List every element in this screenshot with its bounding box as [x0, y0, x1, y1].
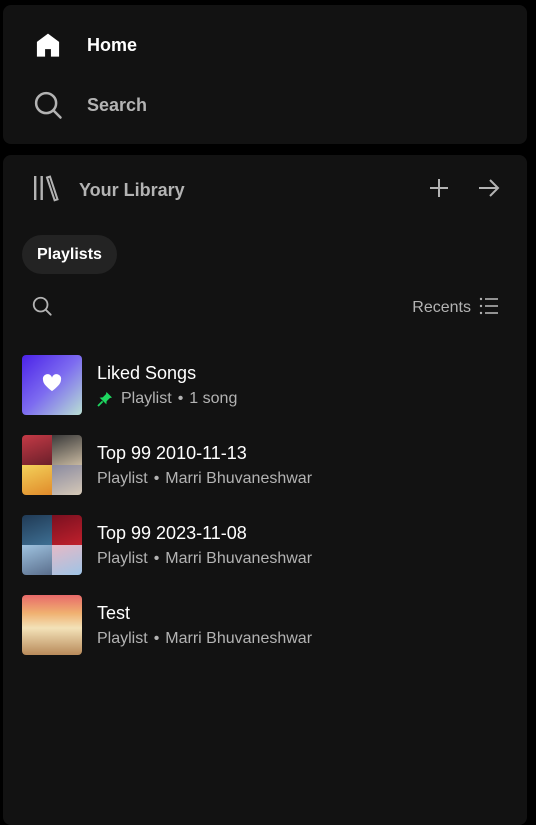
pin-icon [97, 391, 113, 407]
list-item[interactable]: Test Playlist • Marri Bhuvaneshwar [22, 585, 517, 665]
sort-button[interactable]: Recents [412, 297, 499, 320]
playlist-cover [22, 515, 82, 575]
list-icon [479, 297, 499, 320]
library-header: Your Library [31, 172, 503, 208]
nav-search[interactable]: Search [33, 85, 147, 125]
item-subtitle: Playlist • Marri Bhuvaneshwar [97, 470, 312, 488]
separator-dot: • [177, 390, 184, 407]
list-item[interactable]: Top 99 2010-11-13 Playlist • Marri Bhuva… [22, 425, 517, 505]
nav-search-label: Search [87, 94, 148, 115]
nav-home[interactable]: Home [33, 25, 137, 65]
item-title: Top 99 2010-11-13 [97, 443, 247, 463]
home-icon [33, 30, 63, 60]
plus-icon [428, 177, 450, 204]
arrow-right-icon [477, 177, 501, 204]
search-in-library-button[interactable] [29, 295, 55, 321]
your-library-button[interactable]: Your Library [31, 174, 185, 207]
item-type: Playlist [97, 550, 148, 567]
library-title: Your Library [79, 179, 185, 200]
item-title: Liked Songs [97, 363, 197, 383]
library-icon [31, 174, 61, 207]
search-icon [33, 90, 63, 120]
search-icon [31, 295, 53, 322]
nav-panel: Home Search [3, 5, 527, 144]
sort-label: Recents [412, 299, 471, 316]
item-subtitle: Playlist • Marri Bhuvaneshwar [97, 550, 312, 568]
separator-dot: • [153, 630, 160, 647]
item-detail: Marri Bhuvaneshwar [165, 630, 313, 647]
item-detail: Marri Bhuvaneshwar [165, 470, 313, 487]
create-playlist-button[interactable] [425, 176, 453, 204]
list-item[interactable]: Liked Songs Playlist • 1 song [22, 345, 517, 425]
nav-home-label: Home [87, 34, 138, 55]
item-title: Top 99 2023-11-08 [97, 523, 247, 543]
item-type: Playlist [121, 390, 172, 407]
liked-songs-cover [22, 355, 82, 415]
list-item[interactable]: Top 99 2023-11-08 Playlist • Marri Bhuva… [22, 505, 517, 585]
heart-icon [42, 373, 62, 397]
item-detail: Marri Bhuvaneshwar [165, 550, 313, 567]
item-title: Test [97, 603, 131, 623]
item-type: Playlist [97, 470, 148, 487]
expand-library-button[interactable] [475, 176, 503, 204]
separator-dot: • [153, 550, 160, 567]
item-subtitle: Playlist • 1 song [97, 390, 237, 408]
item-detail: 1 song [189, 390, 238, 407]
library-panel: Your Library Playlists Recents Liked Son… [3, 155, 527, 825]
library-filter-row: Recents [29, 291, 499, 325]
library-actions [425, 176, 503, 204]
playlist-cover [22, 435, 82, 495]
item-type: Playlist [97, 630, 148, 647]
library-list: Liked Songs Playlist • 1 song Top 99 201… [22, 345, 517, 665]
separator-dot: • [153, 470, 160, 487]
filter-chip-playlists[interactable]: Playlists [22, 235, 117, 274]
item-subtitle: Playlist • Marri Bhuvaneshwar [97, 630, 312, 648]
playlist-cover [22, 595, 82, 655]
